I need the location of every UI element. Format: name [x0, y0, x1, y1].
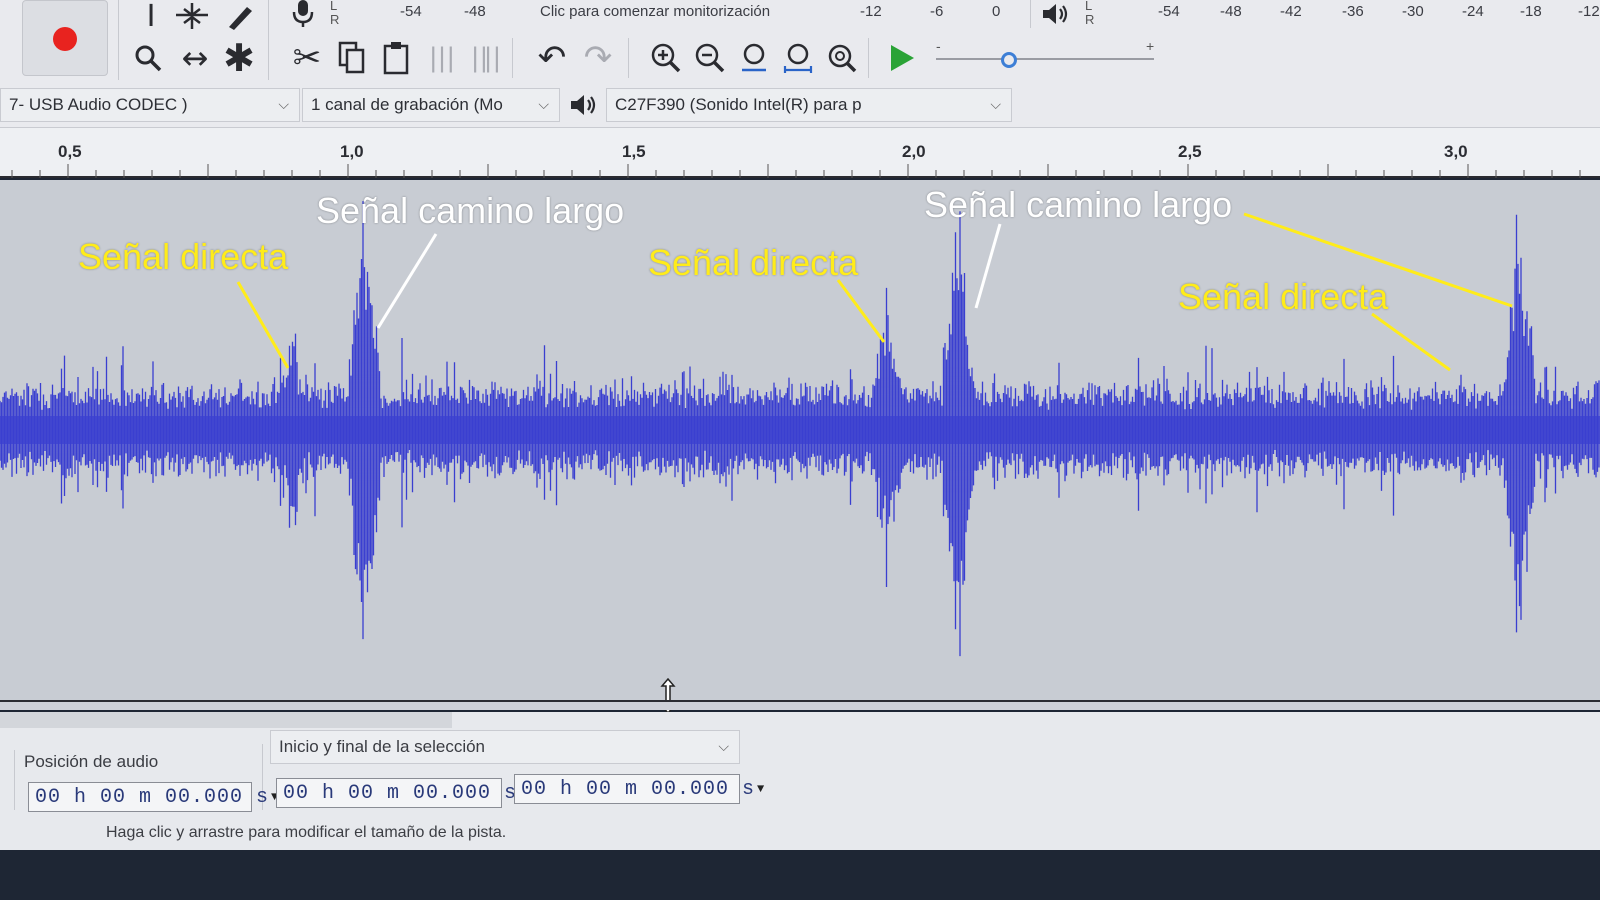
playback-speaker-icon	[566, 90, 602, 120]
slider-minus: -	[936, 38, 941, 54]
chevron-down-icon: ⌵	[718, 738, 729, 754]
toolbar-separator	[1030, 0, 1031, 28]
toolbar-separator	[868, 38, 869, 78]
horizontal-scrollbar[interactable]	[0, 712, 452, 728]
timeshift-tool-icon[interactable]: ↔	[175, 39, 215, 77]
playback-meter-r: R	[1085, 12, 1095, 27]
record-meter-tick: -48	[464, 2, 486, 20]
selection-end-field[interactable]: 00 h 00 m 00.000 s ▼	[514, 774, 764, 804]
monitor-hint[interactable]: Clic para comenzar monitorización	[540, 3, 770, 20]
audio-track[interactable]: Señal directa Señal camino largo Señal d…	[0, 180, 1600, 714]
toolbar-separator	[512, 38, 513, 78]
record-meter-r: R	[330, 12, 340, 27]
toolbar-separator	[118, 0, 119, 80]
record-meter-tick: -12	[860, 2, 882, 20]
pointer-direct-3	[1371, 312, 1451, 372]
playback-meter-tick: -54	[1158, 2, 1180, 20]
annotation-direct-signal: Señal directa	[648, 242, 859, 283]
recording-device-select[interactable]: 7- USB Audio CODEC ) ⌵	[0, 88, 300, 122]
track-resize-handle[interactable]	[0, 700, 1600, 710]
playback-meter-tick: -18	[1520, 2, 1542, 20]
playback-meter-tick: -12	[1578, 2, 1600, 20]
envelope-tool-icon[interactable]	[172, 0, 212, 32]
chevron-down-icon: ⌵	[538, 96, 549, 112]
selection-tool-icon[interactable]: I	[135, 0, 167, 34]
multi-tool-icon[interactable]: ✱	[220, 36, 258, 80]
playback-meter-tick: -30	[1402, 2, 1424, 20]
fit-project-icon[interactable]	[780, 38, 816, 78]
toolbar: I ↔ ✱ L R -54 -48 Clic para comenzar mon…	[0, 0, 1600, 128]
undo-icon[interactable]: ↶	[532, 38, 572, 78]
slider-plus: +	[1146, 38, 1155, 54]
playback-device-value: C27F390 (Sonido Intel(R) para p	[615, 95, 862, 114]
playback-meter-tick: -42	[1280, 2, 1302, 20]
dropdown-arrow-icon[interactable]: ▼	[757, 782, 765, 796]
recording-device-value: 7- USB Audio CODEC )	[9, 95, 188, 114]
pointer-long-1	[376, 233, 438, 329]
playback-meter-tick: -36	[1342, 2, 1364, 20]
trim-icon[interactable]: |||	[424, 38, 460, 78]
chevron-down-icon: ⌵	[990, 96, 1001, 112]
fit-selection-icon[interactable]	[736, 38, 772, 78]
ruler-ticks	[11, 164, 1581, 178]
draw-tool-icon[interactable]	[222, 0, 258, 32]
speaker-icon[interactable]	[1040, 0, 1072, 28]
channels-value: 1 canal de grabación (Mo	[311, 95, 503, 114]
silence-icon[interactable]: |‖|	[468, 38, 504, 78]
selection-start-field[interactable]: 00 h 00 m 00.000 s▼	[276, 778, 526, 808]
annotation-direct-signal: Señal directa	[1178, 276, 1389, 317]
record-meter-tick: -54	[400, 2, 422, 20]
redo-icon[interactable]: ↷	[578, 38, 618, 78]
record-button[interactable]	[22, 0, 108, 76]
audio-position-field[interactable]: 00 h 00 m 00.000 s▼	[28, 782, 278, 812]
channels-select[interactable]: 1 canal de grabación (Mo ⌵	[302, 88, 560, 122]
record-icon	[53, 27, 77, 51]
toolbar-separator	[14, 750, 15, 810]
zoom-out-icon[interactable]	[692, 38, 728, 78]
copy-icon[interactable]	[334, 38, 370, 78]
audio-position-value: 00 h 00 m 00.000 s	[35, 785, 270, 809]
status-bar-message: Haga clic y arrastre para modificar el t…	[106, 824, 507, 841]
selection-mode-select[interactable]: Inicio y final de la selección ⌵	[270, 730, 740, 764]
paste-icon[interactable]	[378, 38, 414, 78]
playback-meter-tick: -24	[1462, 2, 1484, 20]
zoom-tool-icon[interactable]	[130, 40, 166, 76]
record-meter-tick: -6	[930, 2, 944, 20]
play-speed-knob[interactable]	[1001, 52, 1017, 68]
playback-device-select[interactable]: C27F390 (Sonido Intel(R) para p ⌵	[606, 88, 1012, 122]
selection-start-value: 00 h 00 m 00.000 s	[283, 781, 518, 805]
toolbar-separator	[628, 38, 629, 78]
pointer-direct-2	[836, 279, 886, 343]
selection-mode-value: Inicio y final de la selección	[279, 737, 486, 756]
cut-icon[interactable]: ✂	[288, 38, 326, 78]
record-meter[interactable]: -54 -48 Clic para comenzar monitorizació…	[340, 0, 1000, 22]
playback-meter[interactable]: -54 -48 -42 -36 -30 -24 -18 -12	[1100, 0, 1600, 22]
annotation-long-path-signal: Señal camino largo	[924, 184, 1233, 225]
pointer-long-2	[974, 223, 1002, 309]
play-icon[interactable]	[884, 40, 920, 76]
selection-end-value: 00 h 00 m 00.000 s	[521, 777, 756, 801]
toolbar-separator	[268, 0, 269, 80]
record-meter-tick: 0	[992, 2, 1001, 20]
chevron-down-icon: ⌵	[278, 96, 289, 112]
play-speed-slider[interactable]	[936, 58, 1154, 60]
zoom-toggle-icon[interactable]	[824, 38, 860, 78]
zoom-in-icon[interactable]	[648, 38, 684, 78]
microphone-icon[interactable]	[288, 0, 318, 28]
annotation-long-path-signal: Señal camino largo	[316, 190, 625, 231]
timeline-ruler[interactable]: 0,5 1,0 1,5 2,0 2,5 3,0	[0, 128, 1600, 178]
pointer-direct-1	[236, 281, 290, 369]
audio-position-label: Posición de audio	[24, 752, 159, 771]
annotation-direct-signal: Señal directa	[78, 236, 289, 277]
playback-meter-tick: -48	[1220, 2, 1242, 20]
